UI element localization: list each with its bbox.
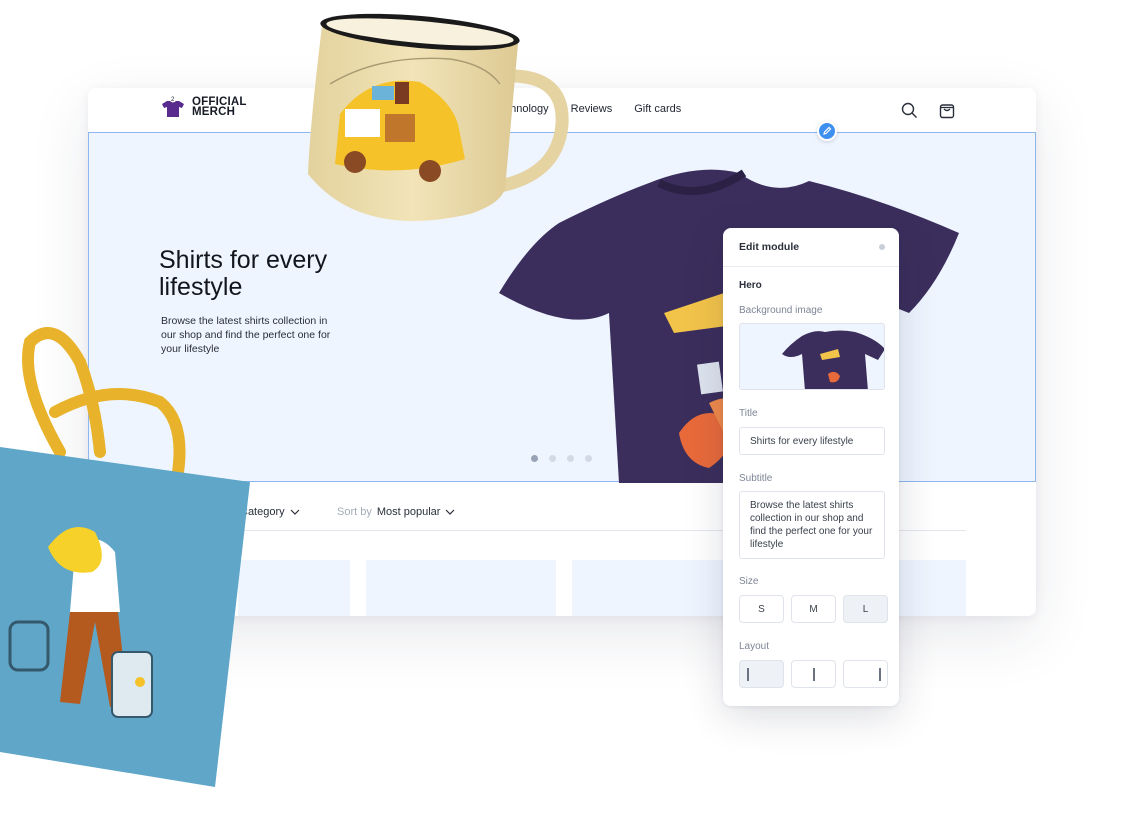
sort-prefix: Sort by [337,506,372,518]
panel-section-title: Hero [739,280,762,291]
brand-name: OFFICIAL MERCH [192,96,247,118]
size-option-m[interactable]: M [791,595,836,623]
background-image-label: Background image [739,305,823,316]
bag-icon[interactable] [937,100,957,120]
background-thumbnail-image [782,330,884,389]
layout-option-center[interactable] [791,660,836,688]
stage: 2 OFFICIAL MERCH Technology Reviews Gift… [0,0,1125,832]
layout-label: Layout [739,641,770,652]
svg-text:2: 2 [171,97,175,103]
edit-pencil-icon[interactable] [817,121,837,141]
hero-title: Shirts for every lifestyle [159,246,328,301]
edit-module-panel: Edit module Hero Background image Title … [723,228,899,706]
size-option-s[interactable]: S [739,595,784,623]
carousel-dot[interactable] [585,455,592,462]
product-card[interactable] [366,560,556,616]
tote-bag-product-image [0,327,250,787]
sort-value: Most popular [376,506,441,518]
title-label: Title [739,408,758,419]
background-image-picker[interactable] [739,323,885,390]
align-left-icon [747,668,749,681]
carousel-dot[interactable] [531,455,538,462]
carousel-dots [531,455,592,462]
search-icon[interactable] [899,100,919,120]
align-center-icon [813,668,815,681]
layout-option-left[interactable] [739,660,784,688]
align-right-icon [879,668,881,681]
panel-header: Edit module [723,228,899,267]
size-selector: S M L [739,595,888,623]
close-icon[interactable] [879,244,885,250]
panel-title: Edit module [739,241,800,253]
nav-link-reviews[interactable]: Reviews [571,103,613,115]
layout-option-right[interactable] [843,660,888,688]
title-input[interactable]: Shirts for every lifestyle [739,427,885,455]
subtitle-label: Subtitle [739,473,773,484]
subtitle-textarea[interactable]: Browse the latest shirts collection in o… [739,491,885,559]
nav-link-gift-cards[interactable]: Gift cards [634,103,681,115]
size-label: Size [739,576,759,587]
size-option-l[interactable]: L [843,595,888,623]
carousel-dot[interactable] [549,455,556,462]
mug-product-image [308,13,569,221]
chevron-down-icon [290,509,300,515]
sort-filter[interactable]: Sort by Most popular [337,506,455,518]
layout-selector [739,660,888,688]
shirt-logo-icon: 2 [162,97,184,117]
brand-logo[interactable]: 2 OFFICIAL MERCH [160,96,247,118]
carousel-dot[interactable] [567,455,574,462]
chevron-down-icon [446,509,455,515]
